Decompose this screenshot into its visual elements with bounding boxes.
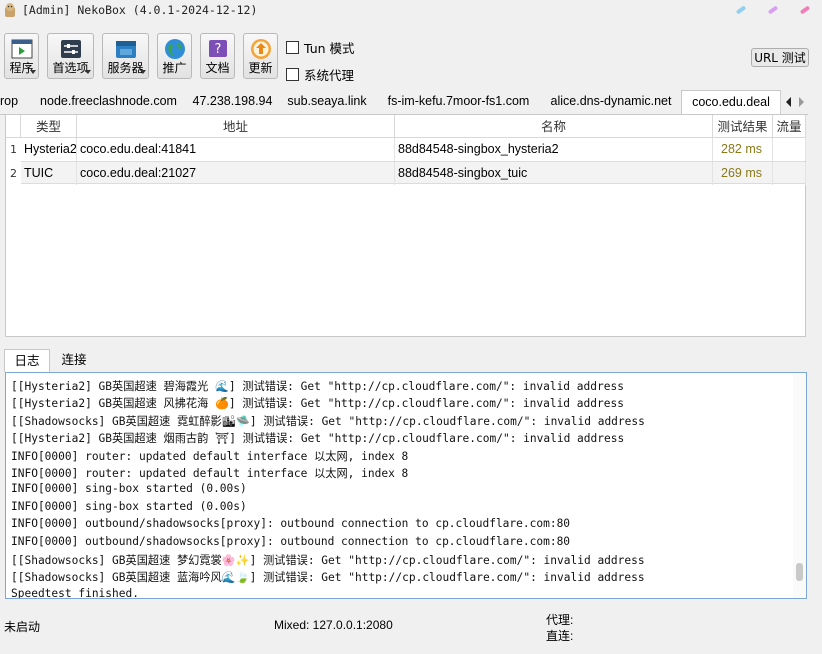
proxy-label: 代理:	[546, 613, 574, 627]
tab-connections[interactable]: 连接	[52, 349, 96, 371]
program-icon	[11, 39, 32, 59]
row-number-header	[6, 115, 21, 138]
system-proxy-label: 系统代理	[304, 68, 355, 83]
update-button[interactable]: 更新	[243, 33, 278, 79]
column-header-type[interactable]: 类型	[21, 115, 77, 138]
chevron-down-icon	[30, 70, 36, 74]
log-line: INFO[0000] sing-box started (0.00s)	[11, 482, 247, 496]
server-table: 类型 地址 名称 测试结果 流量 1 Hysteria2 coco.edu.de…	[5, 114, 806, 337]
log-scrollbar[interactable]	[793, 373, 806, 598]
table-row[interactable]: 2 TUIC coco.edu.deal:21027 88d84548-sing…	[6, 162, 806, 185]
tab-group[interactable]: alice.dns-dynamic.net	[541, 90, 682, 113]
checkbox-box[interactable]	[286, 68, 299, 81]
log-line: INFO[0000] router: updated default inter…	[11, 449, 409, 463]
log-line: [[Shadowsocks] GB英国超速 霓虹醉影🏙🛸] 测试错误: Get …	[11, 414, 645, 428]
app-icon	[5, 3, 15, 17]
maximize-icon[interactable]	[766, 3, 780, 17]
mixed-port: Mixed: 127.0.0.1:2080	[274, 618, 393, 632]
tab-group[interactable]: fs-im-kefu.7moor-fs1.com	[376, 90, 542, 113]
cell-address: coco.edu.deal:21027	[77, 162, 395, 185]
status-state: 未启动	[4, 620, 41, 634]
promote-label: 推广	[162, 61, 187, 75]
log-line: [[Hysteria2] GB英国超速 风拂花海 🍊] 测试错误: Get "h…	[11, 397, 624, 411]
row-number: 1	[10, 143, 17, 156]
system-proxy-checkbox[interactable]: 系统代理	[286, 65, 354, 84]
update-label: 更新	[248, 61, 273, 75]
server-icon	[115, 41, 136, 58]
tab-group-active[interactable]: coco.edu.deal	[681, 90, 781, 115]
cell-type: Hysteria2	[21, 138, 77, 161]
checkbox-box[interactable]	[286, 41, 299, 54]
chevron-right-icon[interactable]	[795, 92, 808, 112]
close-icon[interactable]	[798, 3, 812, 17]
log-line: INFO[0000] outbound/shadowsocks[proxy]: …	[11, 517, 571, 531]
minimize-icon[interactable]	[734, 3, 748, 17]
chevron-left-icon[interactable]	[782, 92, 795, 112]
server-button[interactable]: 服务器	[102, 33, 149, 79]
window-title: [Admin] NekoBox (4.0.1-2024-12-12)	[22, 3, 258, 17]
log-line: INFO[0000] sing-box started (0.00s)	[11, 499, 247, 513]
tun-mode-checkbox[interactable]: Tun 模式	[286, 38, 355, 57]
tab-group[interactable]: sub.seaya.link	[278, 90, 377, 113]
table-row[interactable]: 1 Hysteria2 coco.edu.deal:41841 88d84548…	[6, 138, 806, 161]
docs-label: 文档	[205, 61, 230, 75]
cell-latency: 282 ms	[713, 138, 773, 161]
tab-group[interactable]: rop	[0, 90, 31, 113]
tab-group[interactable]: 47.238.198.94	[187, 90, 279, 113]
program-button[interactable]: 程序	[4, 33, 39, 79]
cell-latency: 269 ms	[713, 162, 773, 185]
column-header-test[interactable]: 测试结果	[713, 115, 773, 138]
tun-mode-label: Tun 模式	[304, 41, 355, 56]
column-header-name[interactable]: 名称	[395, 115, 713, 138]
column-header-traffic[interactable]: 流量	[773, 115, 806, 138]
tab-group[interactable]: node.freeclashnode.com	[30, 90, 188, 113]
scrollbar-thumb[interactable]	[796, 563, 803, 581]
log-line: [[Shadowsocks] GB英国超速 蓝海吟风🌊🍃] 测试错误: Get …	[11, 571, 645, 585]
title-bar: [Admin] NekoBox (4.0.1-2024-12-12)	[0, 0, 822, 22]
help-icon: ?	[208, 40, 227, 57]
cell-traffic	[773, 138, 806, 161]
log-line: [[Hysteria2] GB英国超速 烟雨古韵 ⛩] 测试错误: Get "h…	[11, 432, 625, 446]
promote-button[interactable]: 推广	[157, 33, 192, 79]
cell-address: coco.edu.deal:41841	[77, 138, 395, 161]
cell-name: 88d84548-singbox_hysteria2	[395, 138, 713, 161]
direct-label: 直连:	[546, 629, 574, 643]
log-line: INFO[0000] outbound/shadowsocks[proxy]: …	[11, 534, 571, 548]
group-tabs: rop node.freeclashnode.com 47.238.198.94…	[0, 90, 808, 115]
chevron-down-icon	[140, 70, 146, 74]
log-line: [[Shadowsocks] GB英国超速 梦幻霓裳🌸✨] 测试错误: Get …	[11, 554, 645, 567]
column-header-address[interactable]: 地址	[77, 115, 395, 138]
log-line: [[Hysteria2] GB英国超速 碧海霞光 🌊] 测试错误: Get "h…	[11, 380, 624, 393]
svg-text:?: ?	[214, 42, 221, 57]
url-test-button[interactable]: URL 测试	[751, 48, 809, 67]
chevron-down-icon	[85, 70, 91, 74]
cell-type: TUIC	[21, 162, 77, 185]
row-number: 2	[10, 167, 17, 180]
log-line: INFO[0000] router: updated default inter…	[11, 467, 409, 480]
cell-traffic	[773, 162, 806, 185]
globe-icon	[164, 39, 185, 59]
sliders-icon	[60, 40, 81, 58]
log-line: Speedtest finished.	[11, 586, 139, 599]
cell-name: 88d84548-singbox_tuic	[395, 162, 713, 185]
tab-log[interactable]: 日志	[4, 349, 50, 372]
preferences-button[interactable]: 首选项	[47, 33, 94, 79]
docs-button[interactable]: ? 文档	[200, 33, 235, 79]
log-view[interactable]: [[Hysteria2] GB英国超速 碧海霞光 🌊] 测试错误: Get "h…	[5, 372, 807, 599]
upload-icon	[250, 39, 271, 59]
